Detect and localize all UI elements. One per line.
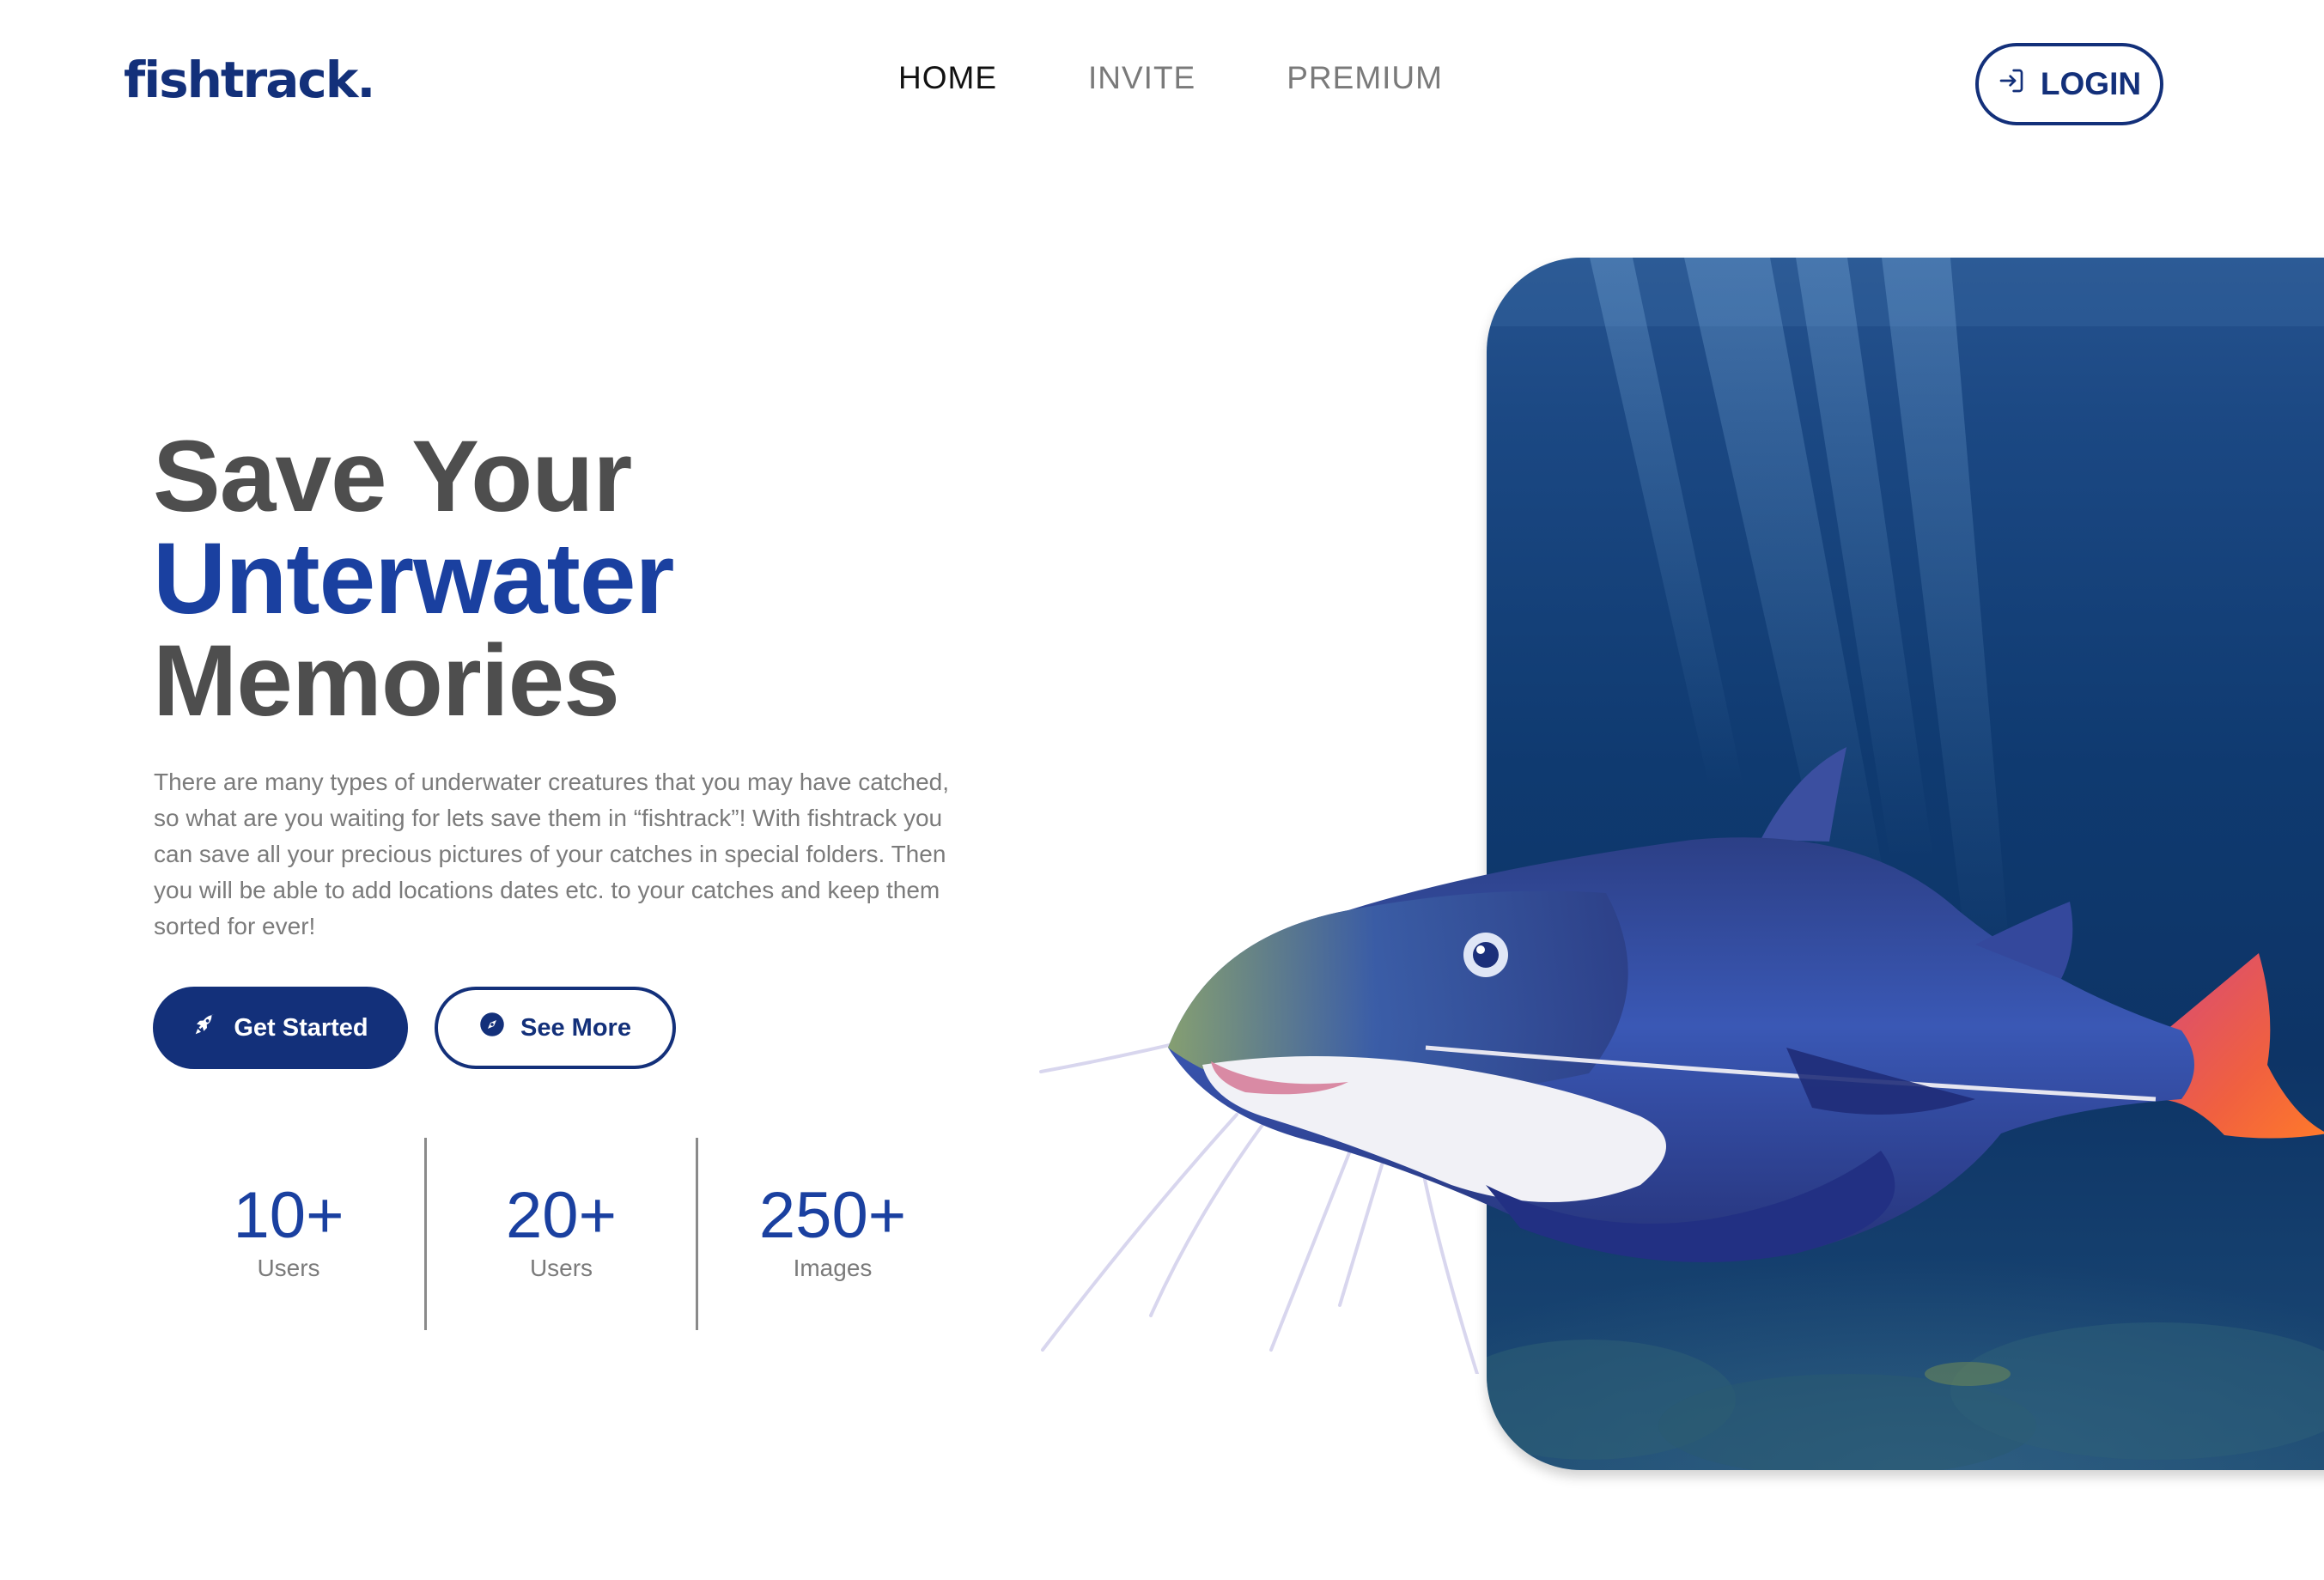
see-more-button[interactable]: See More	[435, 987, 676, 1069]
logo[interactable]: fishtrack.	[124, 50, 375, 110]
see-more-label: See More	[520, 1013, 631, 1042]
get-started-button[interactable]: Get Started	[153, 987, 408, 1069]
hero-title-line-2: Unterwater	[153, 522, 674, 635]
main-nav: HOME INVITE PREMIUM	[898, 60, 1443, 96]
stat-item: 20+ Users	[424, 1138, 696, 1330]
nav-item-home[interactable]: HOME	[898, 60, 997, 96]
hero-title-line-3: Memories	[153, 624, 620, 738]
rocket-icon	[192, 1012, 218, 1044]
nav-item-invite[interactable]: INVITE	[1088, 60, 1195, 96]
hero-title-line-1: Save Your	[153, 420, 632, 533]
stat-value: 250+	[758, 1179, 907, 1252]
stat-item: 10+ Users	[153, 1138, 424, 1330]
hero-title: Save Your Unterwater Memories	[153, 420, 674, 738]
login-button[interactable]: LOGIN	[1975, 43, 2163, 125]
nav-item-premium[interactable]: PREMIUM	[1287, 60, 1443, 96]
hero-description: There are many types of underwater creat…	[154, 769, 950, 939]
catfish-illustration	[1039, 747, 2324, 1374]
login-label: LOGIN	[2040, 66, 2142, 101]
stat-value: 20+	[506, 1179, 617, 1252]
login-arrow-icon	[1998, 66, 2025, 102]
stat-label: Images	[793, 1255, 873, 1281]
stat-label: Users	[529, 1255, 593, 1281]
get-started-label: Get Started	[234, 1013, 368, 1042]
stats-row: 10+ Users 20+ Users 250+ Images	[153, 1138, 967, 1330]
stat-label: Users	[257, 1255, 320, 1281]
stat-value: 10+	[233, 1179, 344, 1252]
compass-icon	[479, 1012, 505, 1044]
stat-item: 250+ Images	[696, 1138, 967, 1330]
